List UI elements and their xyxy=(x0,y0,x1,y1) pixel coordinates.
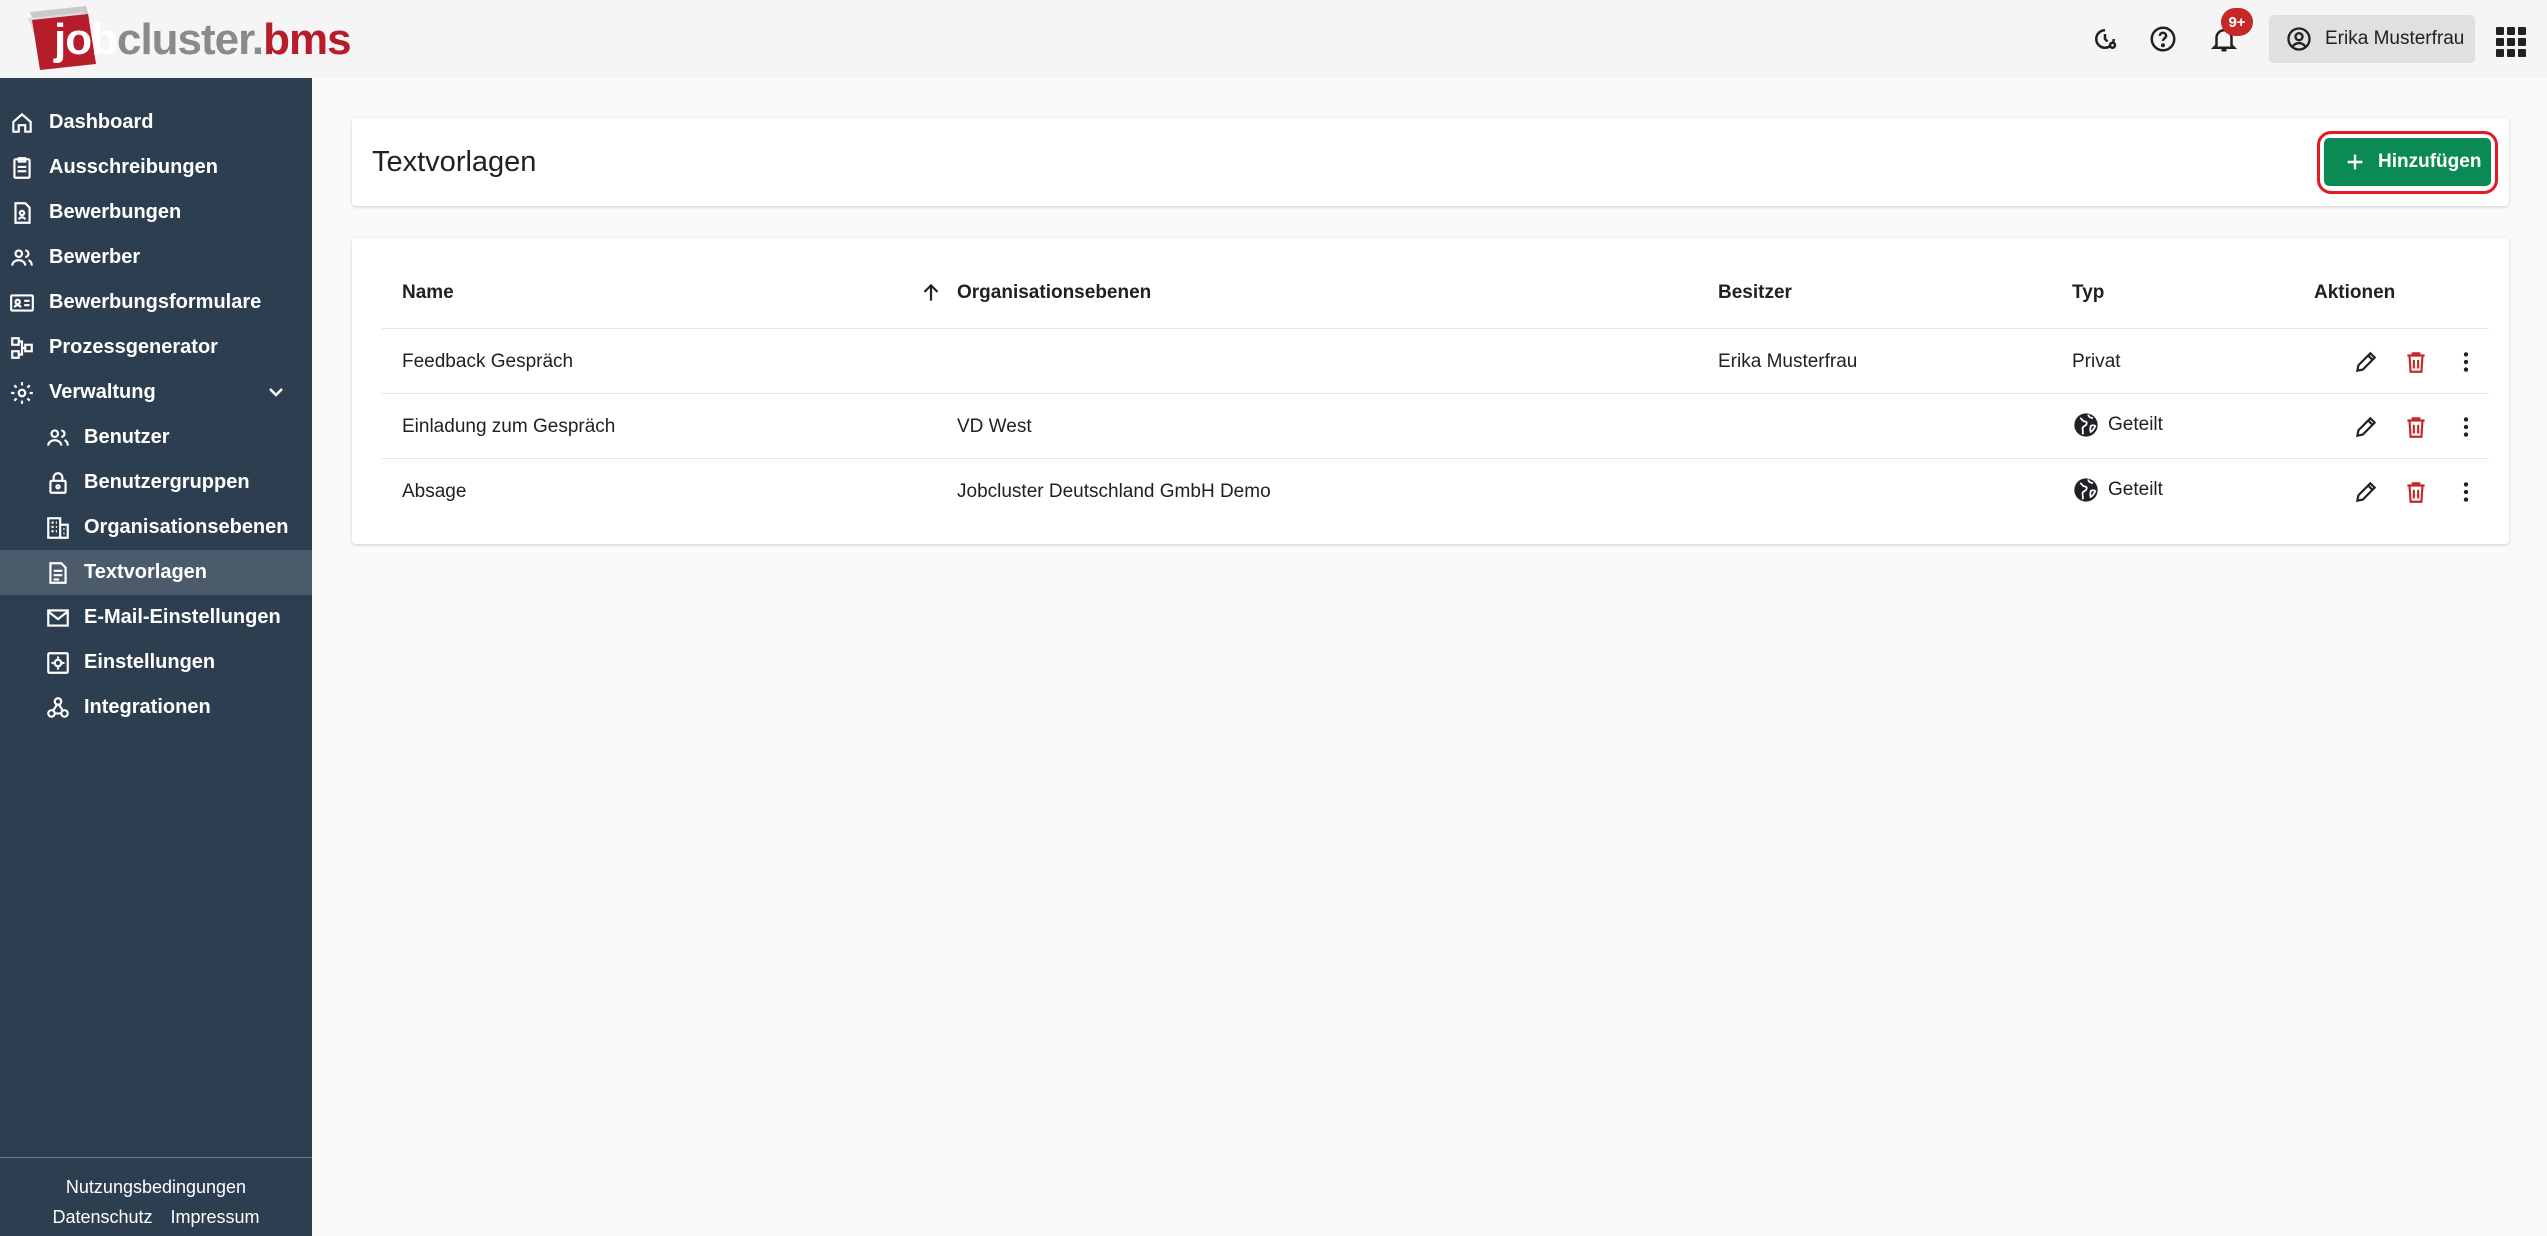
templates-table: Name Organisationsebenen Besitzer Typ Ak… xyxy=(352,238,2509,544)
sidebar-item-einstellungen[interactable]: Einstellungen xyxy=(0,640,312,685)
help-icon[interactable] xyxy=(2144,20,2182,58)
sidebar-footer: Nutzungsbedingungen Datenschutz Impressum xyxy=(0,1157,312,1232)
row-type: Geteilt xyxy=(2072,411,2163,439)
imprint-link[interactable]: Impressum xyxy=(171,1207,260,1227)
sidebar-item-organisationsebenen[interactable]: Organisationsebenen xyxy=(0,505,312,550)
globe-icon xyxy=(2074,478,2098,502)
column-header-actions: Aktionen xyxy=(2314,282,2396,303)
notification-badge: 9+ xyxy=(2221,8,2253,36)
jobcluster-logo[interactable]: jobcluster.bms xyxy=(26,6,352,72)
row-org: Jobcluster Deutschland GmbH Demo xyxy=(957,481,1271,502)
sidebar-item-verwaltung[interactable]: Verwaltung xyxy=(0,370,312,415)
people-icon xyxy=(8,244,36,272)
more-vertical-icon[interactable] xyxy=(2450,346,2482,378)
building-icon xyxy=(44,514,72,542)
timer-settings-icon[interactable] xyxy=(2086,20,2124,58)
sidebar-item-integrationen[interactable]: Integrationen xyxy=(0,685,312,730)
column-header-type[interactable]: Typ xyxy=(2072,282,2104,304)
sidebar-item-bewerber[interactable]: Bewerber xyxy=(0,235,312,280)
text-document-icon xyxy=(44,559,72,587)
column-header-owner[interactable]: Besitzer xyxy=(1718,282,1792,304)
apps-grid-icon[interactable] xyxy=(2492,23,2526,57)
row-name: Absage xyxy=(402,481,467,502)
add-button[interactable]: Hinzufügen xyxy=(2324,138,2491,186)
row-type: Geteilt xyxy=(2072,476,2163,504)
logo-text: jobcluster.bms xyxy=(54,15,352,64)
process-icon xyxy=(8,334,36,362)
user-name: Erika Musterfrau xyxy=(2325,28,2465,49)
sidebar-item-bewerbungen[interactable]: Bewerbungen xyxy=(0,190,312,235)
sidebar-item-prozessgenerator[interactable]: Prozessgenerator xyxy=(0,325,312,370)
settings-box-icon xyxy=(44,649,72,677)
row-org: VD West xyxy=(957,416,1032,437)
sidebar-item-dashboard[interactable]: Dashboard xyxy=(0,100,312,145)
document-person-icon xyxy=(8,199,36,227)
row-type: Privat xyxy=(2072,351,2121,372)
plus-icon xyxy=(2347,154,2363,170)
column-header-name[interactable]: Name xyxy=(402,282,454,304)
add-button-label: Hinzufügen xyxy=(2378,151,2482,172)
home-icon xyxy=(8,109,36,137)
row-name: Feedback Gespräch xyxy=(402,351,574,372)
sidebar-item-email-einstellungen[interactable]: E-Mail-Einstellungen xyxy=(0,595,312,640)
globe-icon xyxy=(2074,413,2098,437)
privacy-link[interactable]: Datenschutz xyxy=(52,1207,152,1227)
page-header-card: Textvorlagen xyxy=(352,118,2509,206)
delete-trash-icon[interactable] xyxy=(2400,476,2432,508)
page-title: Textvorlagen xyxy=(372,146,537,178)
top-bar: jobcluster.bms 9+ Erika Musterfrau xyxy=(0,0,2547,78)
sort-arrow-up-icon[interactable] xyxy=(918,280,944,306)
table-row[interactable]: Einladung zum Gespräch VD West Geteilt xyxy=(382,393,2489,458)
gear-icon xyxy=(8,379,36,407)
lock-icon xyxy=(44,469,72,497)
row-owner: Erika Musterfrau xyxy=(1718,351,1858,372)
chevron-down-icon[interactable] xyxy=(264,380,288,404)
terms-link[interactable]: Nutzungsbedingungen xyxy=(66,1177,246,1197)
mail-icon xyxy=(44,604,72,632)
edit-pencil-icon[interactable] xyxy=(2350,346,2382,378)
people-icon xyxy=(44,424,72,452)
sidebar-item-benutzer[interactable]: Benutzer xyxy=(0,415,312,460)
column-header-org[interactable]: Organisationsebenen xyxy=(957,282,1151,304)
row-name: Einladung zum Gespräch xyxy=(402,416,616,437)
user-menu-button[interactable]: Erika Musterfrau xyxy=(2269,15,2475,63)
table-row[interactable]: Feedback Gespräch Erika Musterfrau Priva… xyxy=(382,328,2489,393)
clipboard-icon xyxy=(8,154,36,182)
id-card-icon xyxy=(8,289,36,317)
edit-pencil-icon[interactable] xyxy=(2350,476,2382,508)
sidebar-item-bewerbungsformulare[interactable]: Bewerbungsformulare xyxy=(0,280,312,325)
table-row[interactable]: Absage Jobcluster Deutschland GmbH Demo … xyxy=(382,458,2489,523)
edit-pencil-icon[interactable] xyxy=(2350,411,2382,443)
webhook-icon xyxy=(44,694,72,722)
sidebar-item-ausschreibungen[interactable]: Ausschreibungen xyxy=(0,145,312,190)
delete-trash-icon[interactable] xyxy=(2400,411,2432,443)
more-vertical-icon[interactable] xyxy=(2450,476,2482,508)
more-vertical-icon[interactable] xyxy=(2450,411,2482,443)
sidebar-item-textvorlagen[interactable]: Textvorlagen xyxy=(0,550,312,595)
account-circle-icon xyxy=(2287,27,2311,51)
delete-trash-icon[interactable] xyxy=(2400,346,2432,378)
sidebar: Dashboard Ausschreibungen Bewerbungen Be… xyxy=(0,78,312,1236)
sidebar-item-benutzergruppen[interactable]: Benutzergruppen xyxy=(0,460,312,505)
